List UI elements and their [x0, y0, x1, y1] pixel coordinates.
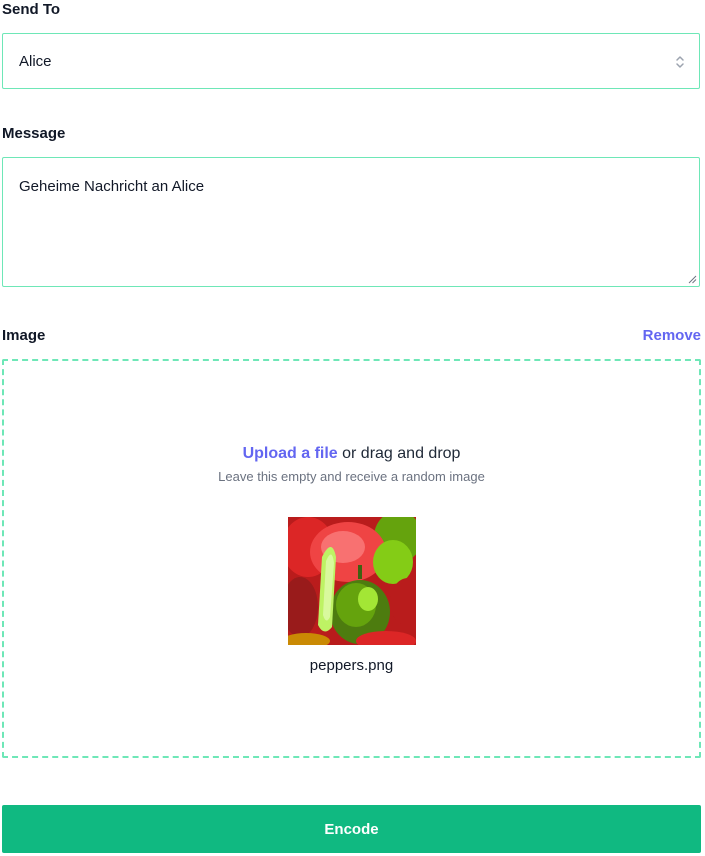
- message-textarea[interactable]: Geheime Nachricht an Alice: [2, 157, 700, 287]
- send-to-label: Send To: [2, 1, 61, 18]
- image-label: Image: [2, 327, 46, 344]
- chevron-up-down-icon: [676, 56, 684, 68]
- encode-button[interactable]: Encode: [2, 805, 701, 853]
- send-to-select[interactable]: Alice: [2, 33, 700, 89]
- remove-image-button[interactable]: Remove: [643, 327, 701, 344]
- upload-file-link[interactable]: Upload a file: [243, 445, 338, 462]
- message-label: Message: [2, 125, 66, 142]
- drag-drop-text: or drag and drop: [337, 445, 461, 462]
- upload-instructions: Upload a file or drag and drop: [4, 445, 699, 463]
- message-text: Geheime Nachricht an Alice: [19, 178, 205, 195]
- image-preview: [288, 517, 416, 645]
- file-name: peppers.png: [309, 657, 394, 674]
- image-dropzone[interactable]: Upload a file or drag and drop Leave thi…: [2, 359, 701, 758]
- upload-hint: Leave this empty and receive a random im…: [218, 469, 485, 484]
- resize-grip-icon[interactable]: [688, 275, 697, 284]
- send-to-value: Alice: [19, 52, 52, 70]
